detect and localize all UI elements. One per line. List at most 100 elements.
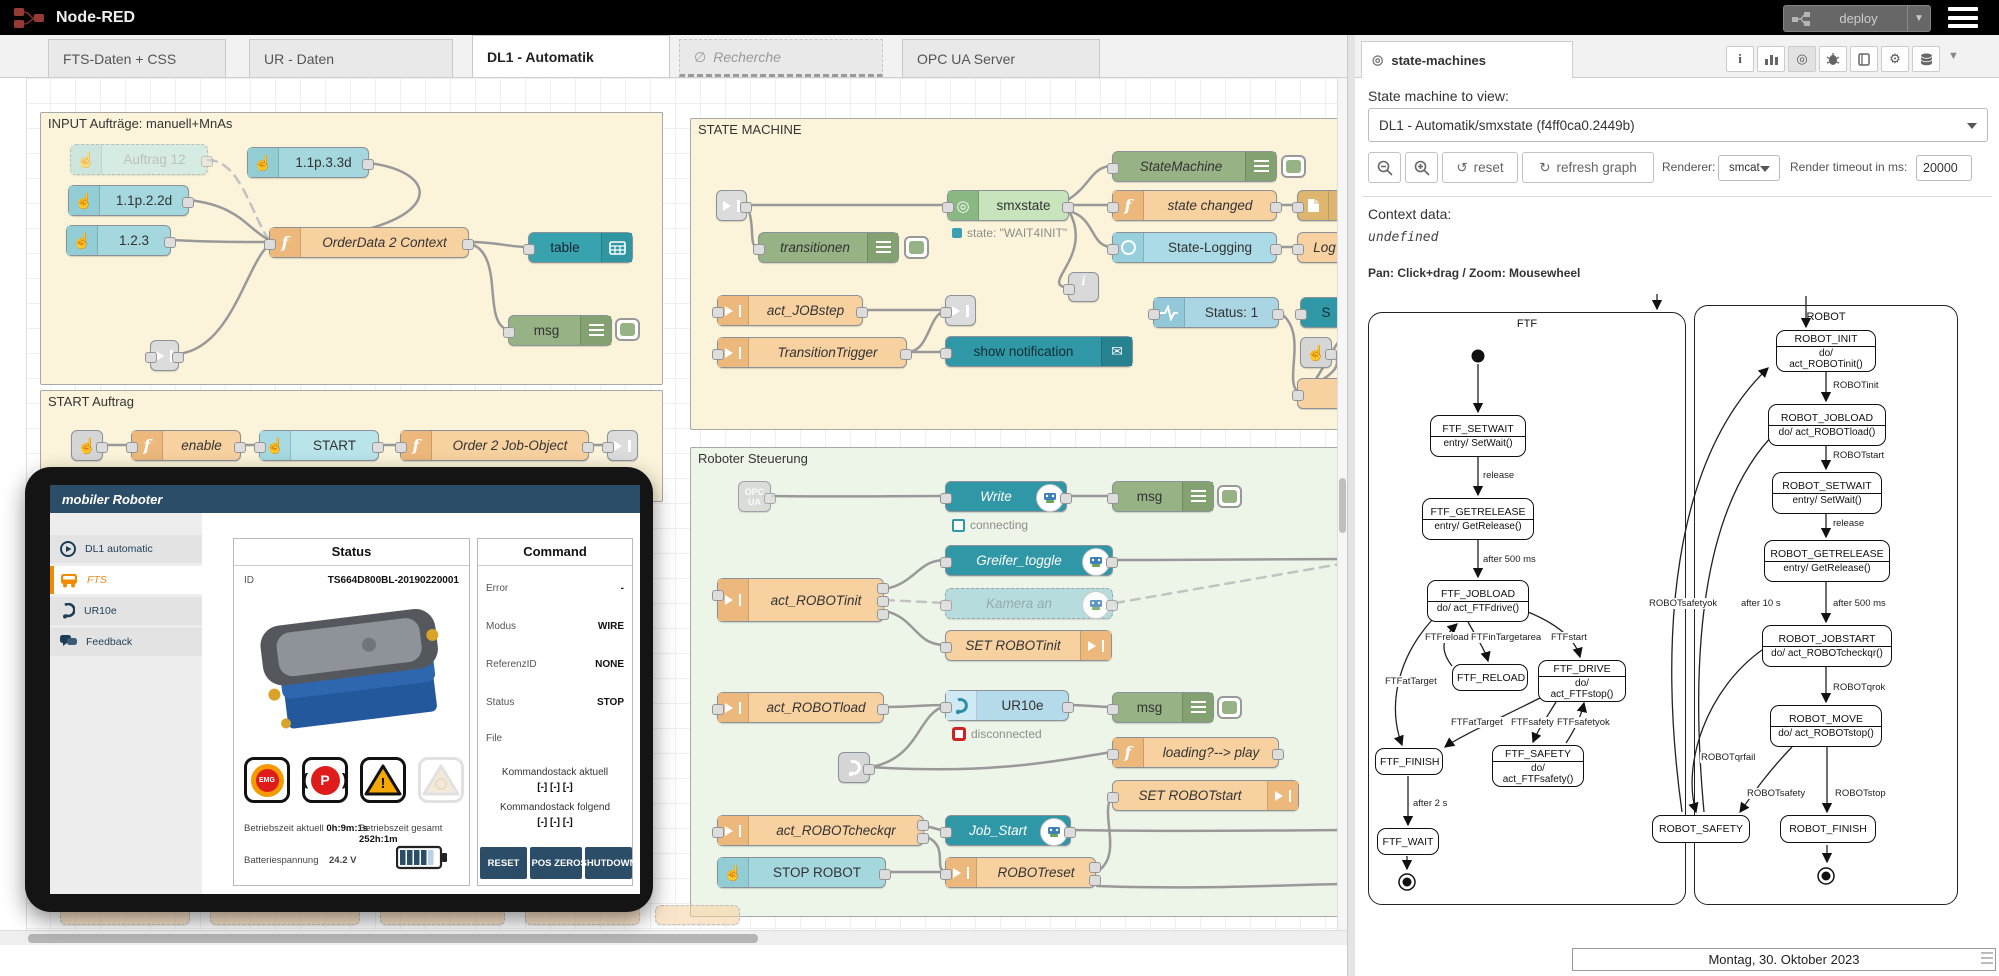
sidebar-debug-button[interactable] <box>1819 46 1847 72</box>
node-link-out[interactable] <box>607 430 638 461</box>
command-panel-title: Command <box>478 544 632 559</box>
out-port[interactable] <box>917 820 929 831</box>
out-port[interactable] <box>877 609 889 620</box>
date-field[interactable]: Montag, 30. Oktober 2023 <box>1572 948 1996 971</box>
node-link-out[interactable] <box>945 295 976 326</box>
node-function-loadingplay[interactable]: loading?--> play <box>1112 737 1279 768</box>
debug-toggle-button[interactable] <box>1281 155 1306 178</box>
sidebar-book-button[interactable] <box>1850 46 1878 72</box>
node-inject-11p22d[interactable]: 1.1p.2.2d <box>68 185 189 216</box>
deploy-button[interactable]: deploy ▼ <box>1783 5 1931 32</box>
node-status-display[interactable]: Status: 1 <box>1153 297 1279 328</box>
scrollbar-thumb[interactable] <box>28 934 758 943</box>
reset-button[interactable]: ↺ reset <box>1442 152 1518 183</box>
resize-grip-icon[interactable] <box>1981 952 1993 967</box>
node-inject-123[interactable]: 1.2.3 <box>66 225 171 256</box>
node-linkout-setrobotinit[interactable]: SET ROBOTinit <box>945 630 1112 661</box>
scrollbar-thumb[interactable] <box>1339 478 1346 533</box>
node-function-enable[interactable]: enable <box>131 430 241 461</box>
uptime-current: Betriebszeit aktuell 0h:9m:1s <box>244 823 368 834</box>
reset-button[interactable]: RESET <box>480 847 527 879</box>
debug-toggle-button[interactable] <box>615 318 640 341</box>
zoom-out-button[interactable] <box>1368 152 1401 183</box>
node-linkcall-actrobotload[interactable]: act_ROBOTload <box>717 692 884 723</box>
node-inject-stoprobot[interactable]: STOP ROBOT <box>717 857 886 888</box>
sidebar-tab-state-machines[interactable]: ◎ state-machines <box>1361 41 1573 78</box>
node-smxstate[interactable]: smxstate <box>947 190 1069 221</box>
debug-toggle-button[interactable] <box>1217 485 1242 508</box>
tab-ur-daten[interactable]: UR - Daten <box>249 39 453 77</box>
out-port[interactable] <box>1089 875 1101 886</box>
sidebar-statemachine-button[interactable]: ◎ <box>1788 46 1816 72</box>
zoom-in-button[interactable] <box>1405 152 1438 183</box>
tab-opc-ua-server[interactable]: OPC UA Server <box>902 39 1100 77</box>
ur-arm-icon <box>839 753 869 782</box>
refresh-graph-button[interactable]: ↻ refresh graph <box>1522 152 1654 183</box>
sidebar-caret-icon[interactable]: ▼ <box>1948 50 1959 62</box>
tab-fts-daten[interactable]: FTS-Daten + CSS <box>48 39 226 77</box>
node-urscript-greifertoggle[interactable]: Greifer_toggle <box>945 545 1113 576</box>
node-inject-start[interactable]: START <box>259 430 379 461</box>
node-inject-clipped[interactable] <box>1300 337 1332 368</box>
node-ui-table[interactable]: table <box>528 232 633 263</box>
node-linkcall-actrobotcheckqr[interactable]: act_ROBOTcheckqr <box>717 815 924 846</box>
node-function-order2jobobject[interactable]: Order 2 Job-Object <box>400 430 589 461</box>
node-label: loading?--> play <box>1144 738 1278 767</box>
out-port[interactable] <box>877 596 889 607</box>
row-value: - <box>621 583 624 594</box>
edge-label: after 10 s <box>1740 598 1782 609</box>
canvas-vertical-scrollbar[interactable] <box>1337 78 1347 930</box>
node-inject-11p33d[interactable]: 1.1p.3.3d <box>247 147 369 178</box>
menu-item-fts[interactable]: FTS <box>50 566 202 594</box>
out-port[interactable] <box>877 583 889 594</box>
node-linkcall-actrobotinit[interactable]: act_ROBOTinit <box>717 578 884 622</box>
out-port[interactable] <box>917 833 929 844</box>
menu-item-dl1-automatic[interactable]: DL1 automatic <box>50 535 202 563</box>
node-urscript-kamera-disabled[interactable]: Kamera an <box>945 588 1113 619</box>
sidebar-context-button[interactable] <box>1912 46 1940 72</box>
menu-item-feedback[interactable]: Feedback <box>50 628 202 656</box>
node-link[interactable] <box>150 340 179 371</box>
deploy-caret-icon[interactable]: ▼ <box>1907 6 1930 31</box>
canvas-horizontal-scrollbar[interactable] <box>0 930 1347 946</box>
tab-recherche[interactable]: ∅ Recherche <box>679 39 883 77</box>
node-function-orderdata2context[interactable]: OrderData 2 Context <box>269 227 469 258</box>
node-ur-gray[interactable] <box>838 752 870 783</box>
renderer-select[interactable]: smcat <box>1718 155 1780 181</box>
node-debug-msg[interactable]: msg <box>1112 481 1214 512</box>
node-inject-auftrag12-disabled[interactable]: Auftrag 12 <box>70 144 208 175</box>
node-notification[interactable]: show notification <box>945 336 1133 367</box>
tab-dl1-automatik[interactable]: DL1 - Automatik <box>472 35 670 77</box>
timeout-input[interactable] <box>1916 155 1972 181</box>
node-linkcall-robotreset[interactable]: ROBOTreset <box>945 857 1096 888</box>
node-debug-transitionen[interactable]: transitionen <box>758 232 899 263</box>
sidebar-config-button[interactable]: ⚙ <box>1881 46 1909 72</box>
group-label: INPUT Aufträge: manuell+MnAs <box>48 116 232 131</box>
state-ftf-jobload: FTF_JOBLOADdo/ act_FTFdrive() <box>1427 580 1529 622</box>
sidebar-chart-button[interactable] <box>1757 46 1785 72</box>
menu-item-ur10e[interactable]: UR10e <box>50 597 202 625</box>
debug-toggle-button[interactable] <box>904 236 929 259</box>
debug-toggle-button[interactable] <box>1217 696 1242 719</box>
node-linkcall-transitiontrigger[interactable]: TransitionTrigger <box>717 337 907 368</box>
shutdown-button[interactable]: SHUTDOWN <box>585 847 632 879</box>
node-ur10e[interactable]: UR10e <box>945 690 1069 721</box>
sidebar-info-button[interactable]: i <box>1726 46 1754 72</box>
node-function-statechanged[interactable]: state changed <box>1112 190 1277 221</box>
node-switch-statelogging[interactable]: State-Logging <box>1112 232 1277 263</box>
pos-zero-button[interactable]: POS ZERO <box>530 847 582 879</box>
main-menu-icon[interactable] <box>1948 7 1978 28</box>
node-linkcall-actjobstep[interactable]: act_JOBstep <box>717 295 863 326</box>
node-debug-statemachine[interactable]: StateMachine <box>1112 151 1277 182</box>
node-debug-msg[interactable]: msg <box>1112 692 1214 723</box>
state-machine-select[interactable]: DL1 - Automatik/smxstate (f4ff0ca0.2449b… <box>1368 108 1988 142</box>
node-urscript-write[interactable]: Write <box>945 481 1067 512</box>
node-link-in[interactable] <box>716 190 747 221</box>
node-linkout-setrobotstart[interactable]: SET ROBOTstart <box>1112 780 1299 811</box>
node-inject-unlabeled[interactable] <box>71 430 103 461</box>
node-opcua[interactable]: OPC UA <box>738 481 771 512</box>
node-urscript-jobstart[interactable]: Job_Start <box>945 815 1071 846</box>
out-port[interactable] <box>1089 862 1101 873</box>
node-info-comment[interactable]: i <box>1068 272 1099 302</box>
node-debug-msg[interactable]: msg <box>508 315 612 346</box>
